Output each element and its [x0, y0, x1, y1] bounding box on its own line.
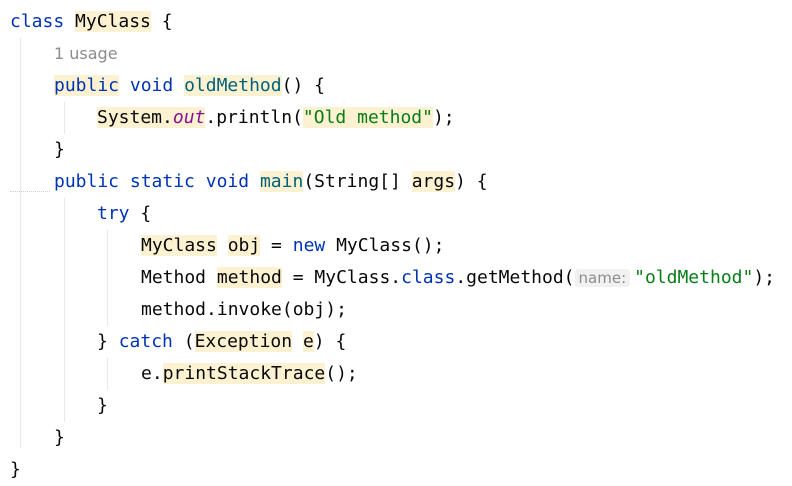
variable-name: obj: [227, 235, 261, 256]
parameter-list: (String[]: [303, 171, 412, 192]
type-name: Method: [141, 267, 207, 288]
static-field: out: [172, 107, 206, 128]
parameter-name-hint: name:: [574, 269, 631, 287]
constructor-call: MyClass();: [325, 235, 445, 256]
operator: =: [281, 267, 315, 288]
code-line[interactable]: Method method = MyClass.class.getMethod(…: [141, 262, 775, 294]
statement: method.invoke(obj);: [141, 299, 347, 320]
variable-name: method: [216, 267, 282, 288]
punctuation: }: [54, 427, 65, 448]
string-literal: "Old method": [302, 107, 433, 128]
punctuation: }: [97, 331, 119, 352]
keyword: public: [54, 171, 120, 192]
code-line[interactable]: MyClass obj = new MyClass();: [141, 230, 444, 262]
code-line[interactable]: }: [54, 134, 65, 166]
indent-guide: [20, 38, 21, 448]
code-editor[interactable]: class MyClass { 1 usage public void oldM…: [0, 0, 792, 485]
type-name: MyClass: [141, 235, 217, 256]
code-line[interactable]: method.invoke(obj);: [141, 294, 347, 326]
keyword: static: [129, 171, 195, 192]
code-line[interactable]: }: [97, 390, 108, 422]
indent-guide: [64, 198, 65, 422]
keyword: void: [205, 171, 250, 192]
code-line[interactable]: e.printStackTrace();: [141, 358, 358, 390]
keyword: try: [97, 203, 130, 224]
system-reference: System.out: [97, 107, 206, 128]
punctuation: }: [10, 459, 21, 480]
punctuation: (: [172, 331, 195, 352]
code-line[interactable]: }: [54, 422, 65, 454]
inactive-gutter-marker: [10, 188, 50, 192]
code-line[interactable]: }: [10, 454, 21, 486]
code-line[interactable]: public void oldMethod() {: [54, 70, 325, 102]
keyword: void: [129, 75, 174, 96]
parameter-name: args: [411, 171, 456, 192]
string-literal: "oldMethod": [634, 267, 754, 288]
punctuation: ();: [325, 363, 358, 384]
identifier: System.: [97, 107, 173, 128]
usage-hint[interactable]: 1 usage: [54, 44, 118, 63]
keyword: catch: [118, 331, 173, 352]
class-name[interactable]: MyClass: [75, 11, 151, 32]
code-line[interactable]: try {: [97, 198, 151, 230]
indent-guide: [107, 358, 108, 390]
punctuation: }: [54, 139, 65, 160]
code-line[interactable]: } catch (Exception e) {: [97, 326, 346, 358]
indent-guide: [107, 230, 108, 326]
keyword: public: [54, 75, 120, 96]
method-call: .println(: [205, 107, 303, 128]
indent-guide: [64, 102, 65, 134]
method-name[interactable]: main: [259, 171, 304, 192]
code-line[interactable]: class MyClass {: [10, 6, 173, 38]
method-call: printStackTrace: [162, 363, 326, 384]
code-line[interactable]: System.out.println("Old method");: [97, 102, 455, 134]
punctuation: ) {: [455, 171, 488, 192]
keyword: class: [10, 11, 65, 32]
usage-hint-line[interactable]: 1 usage: [54, 38, 118, 70]
punctuation: );: [432, 107, 455, 128]
code-line[interactable]: public static void main(String[] args) {: [54, 166, 488, 198]
variable-name: e: [302, 331, 314, 352]
punctuation: );: [753, 267, 776, 288]
punctuation: ) {: [313, 331, 347, 352]
identifier: e.: [141, 363, 163, 384]
method-call: .getMethod(: [455, 267, 575, 288]
punctuation: {: [150, 11, 173, 32]
keyword: class: [401, 267, 456, 288]
keyword: new: [292, 235, 326, 256]
punctuation: () {: [281, 75, 325, 96]
punctuation: {: [129, 203, 152, 224]
identifier: MyClass.: [314, 267, 402, 288]
punctuation: }: [97, 395, 108, 416]
type-name: Exception: [194, 331, 293, 352]
method-name[interactable]: oldMethod: [184, 75, 282, 96]
operator: =: [260, 235, 293, 256]
